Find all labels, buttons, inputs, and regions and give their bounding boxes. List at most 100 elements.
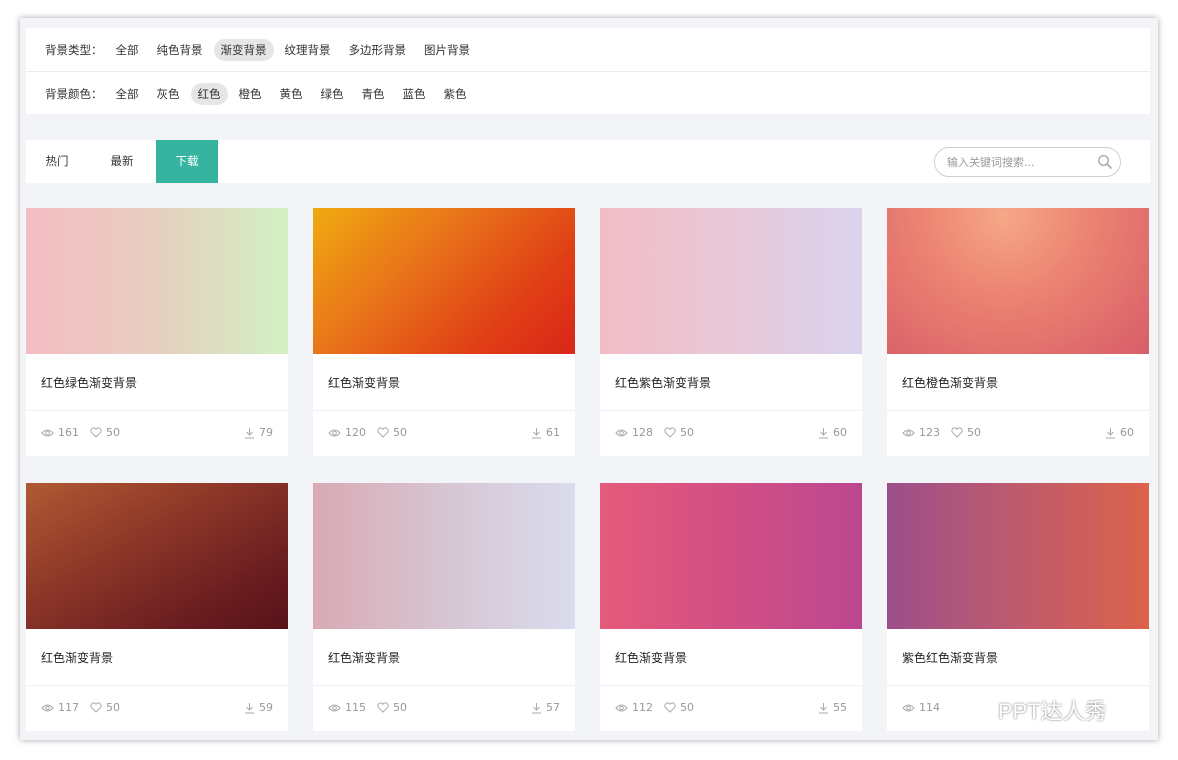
card-thumbnail[interactable] — [887, 208, 1149, 354]
card-title[interactable]: 红色渐变背景 — [328, 649, 400, 666]
likes-stat[interactable]: 50 — [664, 701, 694, 714]
views-stat: 120 — [328, 426, 366, 439]
tab-hot[interactable]: 热门 — [26, 140, 88, 183]
likes-stat[interactable]: 50 — [90, 701, 120, 714]
card-title[interactable]: 红色渐变背景 — [615, 649, 687, 666]
type-option-polygon[interactable]: 多边形背景 — [342, 39, 414, 61]
downloads-stat[interactable]: 60 — [818, 426, 847, 439]
tab-downloads[interactable]: 下载 — [156, 140, 218, 183]
card-title[interactable]: 红色橙色渐变背景 — [902, 374, 998, 391]
downloads-count: 57 — [546, 701, 560, 714]
card-title[interactable]: 红色渐变背景 — [41, 649, 113, 666]
heart-icon[interactable] — [90, 427, 102, 438]
card-divider — [313, 410, 575, 411]
type-option-all[interactable]: 全部 — [109, 39, 146, 61]
card-stats: 123 50 60 — [902, 426, 1134, 442]
type-option-gradient[interactable]: 渐变背景 — [213, 39, 274, 61]
download-icon[interactable] — [818, 702, 829, 714]
color-option-blue[interactable]: 蓝色 — [396, 83, 433, 105]
card-thumbnail[interactable] — [26, 483, 288, 629]
color-option-orange[interactable]: 橙色 — [232, 83, 269, 105]
download-icon[interactable] — [1105, 427, 1116, 439]
downloads-count: 60 — [1120, 426, 1134, 439]
download-icon[interactable] — [818, 427, 829, 439]
heart-icon[interactable] — [90, 702, 102, 713]
heart-icon[interactable] — [951, 427, 963, 438]
card-thumbnail[interactable] — [600, 483, 862, 629]
color-option-yellow[interactable]: 黄色 — [273, 83, 310, 105]
background-card[interactable]: 红色橙色渐变背景 123 50 60 — [887, 208, 1149, 456]
download-icon[interactable] — [244, 427, 255, 439]
background-card[interactable]: 红色渐变背景 115 50 57 — [313, 483, 575, 731]
card-stats: 120 50 61 — [328, 426, 560, 442]
card-stats: 112 50 55 — [615, 701, 847, 717]
downloads-count: 79 — [259, 426, 273, 439]
eye-icon — [902, 429, 915, 436]
card-title[interactable]: 紫色红色渐变背景 — [902, 649, 998, 666]
downloads-stat[interactable]: 60 — [1105, 426, 1134, 439]
card-thumbnail[interactable] — [600, 208, 862, 354]
downloads-stat[interactable]: 55 — [818, 701, 847, 714]
eye-icon — [328, 704, 341, 711]
likes-stat[interactable]: 50 — [377, 701, 407, 714]
type-option-solid[interactable]: 纯色背景 — [150, 39, 210, 61]
views-stat: 161 — [41, 426, 79, 439]
card-title[interactable]: 红色绿色渐变背景 — [41, 374, 137, 391]
card-thumbnail[interactable] — [313, 208, 575, 354]
filter-panel: 背景类型： 全部 纯色背景 渐变背景 纹理背景 多边形背景 图片背景 背景颜色：… — [26, 28, 1150, 114]
card-title[interactable]: 红色渐变背景 — [328, 374, 400, 391]
color-option-all[interactable]: 全部 — [109, 83, 146, 105]
card-divider — [600, 685, 862, 686]
download-icon[interactable] — [531, 427, 542, 439]
views-count: 128 — [632, 426, 653, 439]
type-option-image[interactable]: 图片背景 — [417, 39, 477, 61]
card-thumbnail[interactable] — [887, 483, 1149, 629]
downloads-stat[interactable]: 61 — [531, 426, 560, 439]
card-divider — [600, 410, 862, 411]
likes-stat[interactable]: 50 — [90, 426, 120, 439]
page-frame: 背景类型： 全部 纯色背景 渐变背景 纹理背景 多边形背景 图片背景 背景颜色：… — [20, 18, 1158, 740]
color-option-gray[interactable]: 灰色 — [150, 83, 187, 105]
background-card[interactable]: 红色渐变背景 120 50 61 — [313, 208, 575, 456]
tab-latest[interactable]: 最新 — [91, 140, 153, 183]
search-icon[interactable] — [1097, 154, 1113, 170]
color-option-cyan[interactable]: 青色 — [355, 83, 392, 105]
color-option-green[interactable]: 绿色 — [314, 83, 351, 105]
card-title[interactable]: 红色紫色渐变背景 — [615, 374, 711, 391]
downloads-stat[interactable]: 79 — [244, 426, 273, 439]
downloads-stat[interactable]: 59 — [244, 701, 273, 714]
download-icon[interactable] — [531, 702, 542, 714]
heart-icon[interactable] — [377, 702, 389, 713]
card-divider — [887, 410, 1149, 411]
likes-stat[interactable]: 50 — [951, 426, 981, 439]
heart-icon[interactable] — [664, 427, 676, 438]
likes-stat[interactable]: 50 — [664, 426, 694, 439]
eye-icon — [615, 704, 628, 711]
views-count: 161 — [58, 426, 79, 439]
background-card[interactable]: 红色渐变背景 117 50 59 — [26, 483, 288, 731]
color-option-purple[interactable]: 紫色 — [437, 83, 474, 105]
background-card[interactable]: 红色紫色渐变背景 128 50 60 — [600, 208, 862, 456]
eye-icon — [902, 704, 915, 711]
card-thumbnail[interactable] — [26, 208, 288, 354]
downloads-count: 59 — [259, 701, 273, 714]
type-option-texture[interactable]: 纹理背景 — [278, 39, 338, 61]
heart-icon[interactable] — [664, 702, 676, 713]
card-divider — [887, 685, 1149, 686]
color-option-red[interactable]: 红色 — [190, 83, 228, 105]
views-count: 120 — [345, 426, 366, 439]
views-stat: 112 — [615, 701, 653, 714]
card-divider — [26, 410, 288, 411]
background-card[interactable]: 红色绿色渐变背景 161 50 79 — [26, 208, 288, 456]
heart-icon[interactable] — [377, 427, 389, 438]
likes-stat[interactable]: 50 — [377, 426, 407, 439]
type-filter-label: 背景类型： — [45, 43, 103, 57]
download-icon[interactable] — [244, 702, 255, 714]
search-input[interactable] — [947, 154, 1087, 170]
downloads-stat[interactable]: 57 — [531, 701, 560, 714]
background-card[interactable]: 红色渐变背景 112 50 55 — [600, 483, 862, 731]
views-stat: 115 — [328, 701, 366, 714]
watermark: PPT达人秀 — [958, 690, 1107, 730]
downloads-count: 61 — [546, 426, 560, 439]
card-thumbnail[interactable] — [313, 483, 575, 629]
